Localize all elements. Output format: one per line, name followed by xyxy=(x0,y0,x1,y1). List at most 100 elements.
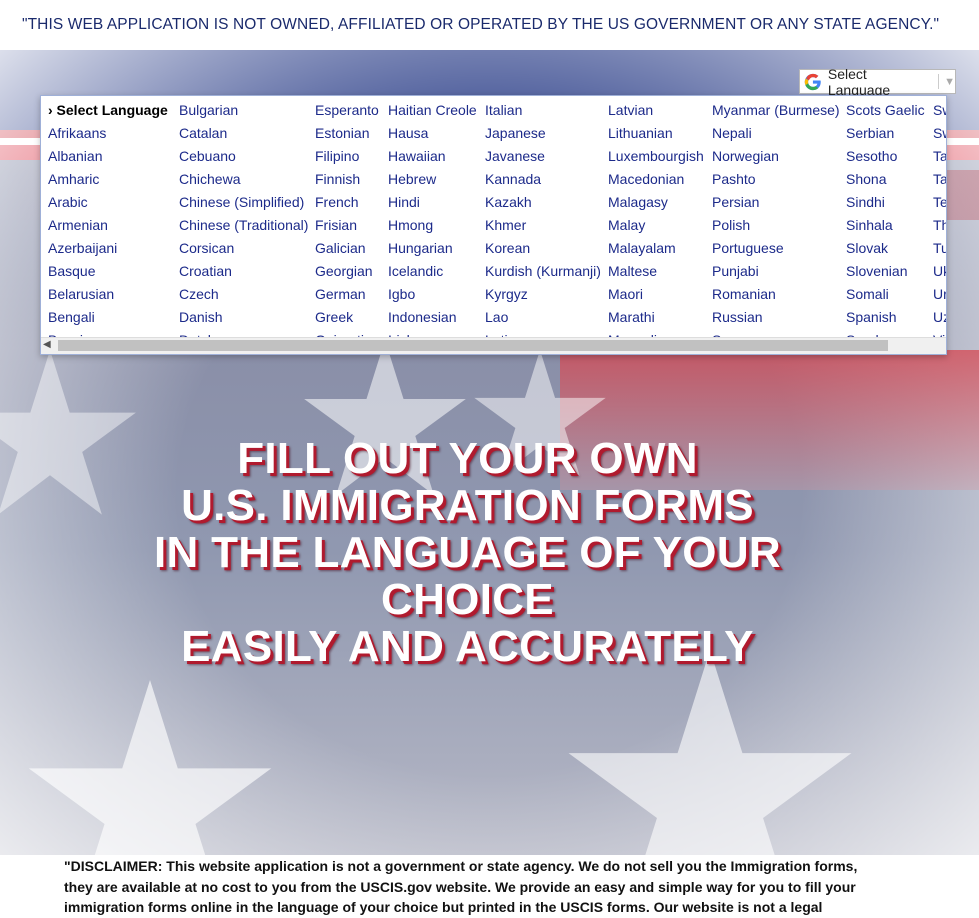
language-option[interactable]: Swahili xyxy=(933,99,946,122)
language-dropdown-menu: › Select Language Afrikaans Albanian Amhari… xyxy=(40,95,947,355)
language-option[interactable]: Myanmar (Burmese) xyxy=(712,99,840,122)
language-option[interactable]: Uzbek xyxy=(933,306,946,329)
language-option[interactable]: Frisian xyxy=(315,214,378,237)
language-option[interactable]: Amharic xyxy=(48,168,169,191)
language-option[interactable]: Khmer xyxy=(485,214,598,237)
language-option[interactable]: Afrikaans xyxy=(48,122,169,145)
language-option[interactable]: Chinese (Traditional) xyxy=(179,214,308,237)
language-option[interactable]: Pashto xyxy=(712,168,836,191)
language-option[interactable]: Hawaiian xyxy=(388,145,475,168)
language-option[interactable]: Scots Gaelic xyxy=(846,99,925,122)
language-option[interactable]: Swedish xyxy=(933,122,946,145)
language-option[interactable]: Kurdish (Kurmanji) xyxy=(485,260,601,283)
language-option[interactable]: Hungarian xyxy=(388,237,475,260)
language-option[interactable]: Korean xyxy=(485,237,598,260)
language-column: SwahiliSwedishTajikTamilTeluguThaiTurkis… xyxy=(926,99,946,341)
language-option[interactable]: Chichewa xyxy=(179,168,305,191)
language-option[interactable]: Nepali xyxy=(712,122,836,145)
language-option[interactable]: Basque xyxy=(48,260,169,283)
horizontal-scrollbar[interactable]: ◀ xyxy=(41,337,946,354)
language-option[interactable]: German xyxy=(315,283,378,306)
language-option[interactable]: Greek xyxy=(315,306,378,329)
language-option[interactable]: Maltese xyxy=(608,260,702,283)
language-option[interactable]: French xyxy=(315,191,378,214)
language-option[interactable]: Malagasy xyxy=(608,191,702,214)
language-option[interactable]: Cebuano xyxy=(179,145,305,168)
language-option[interactable]: Belarusian xyxy=(48,283,169,306)
language-option[interactable]: Urdu xyxy=(933,283,946,306)
scrollbar-thumb[interactable] xyxy=(58,340,888,351)
language-option[interactable]: Filipino xyxy=(315,145,378,168)
language-option[interactable]: Tajik xyxy=(933,145,946,168)
language-option[interactable]: Icelandic xyxy=(388,260,475,283)
language-option[interactable]: Slovenian xyxy=(846,260,923,283)
language-option[interactable]: Romanian xyxy=(712,283,836,306)
language-option[interactable]: Czech xyxy=(179,283,305,306)
language-option[interactable]: Bengali xyxy=(48,306,169,329)
language-option[interactable]: Corsican xyxy=(179,237,305,260)
language-option[interactable]: Estonian xyxy=(315,122,378,145)
language-option[interactable]: Portuguese xyxy=(712,237,836,260)
language-option[interactable]: Igbo xyxy=(388,283,475,306)
language-option[interactable]: Kazakh xyxy=(485,191,598,214)
language-option[interactable]: Italian xyxy=(485,99,598,122)
language-option[interactable]: Bulgarian xyxy=(179,99,305,122)
language-option[interactable]: Maori xyxy=(608,283,702,306)
language-option[interactable]: Telugu xyxy=(933,191,946,214)
language-option[interactable]: Hmong xyxy=(388,214,475,237)
language-option[interactable]: Sinhala xyxy=(846,214,923,237)
language-option[interactable]: Armenian xyxy=(48,214,169,237)
language-option[interactable]: Polish xyxy=(712,214,836,237)
language-option[interactable]: Malay xyxy=(608,214,702,237)
language-option[interactable]: Javanese xyxy=(485,145,598,168)
language-option[interactable]: Indonesian xyxy=(388,306,475,329)
language-option[interactable]: Turkish xyxy=(933,237,946,260)
language-option[interactable]: Luxembourgish xyxy=(608,145,704,168)
language-option[interactable]: Esperanto xyxy=(315,99,379,122)
language-option[interactable]: Kannada xyxy=(485,168,598,191)
language-option[interactable]: Finnish xyxy=(315,168,378,191)
language-option[interactable]: Kyrgyz xyxy=(485,283,598,306)
language-option[interactable]: Chinese (Simplified) xyxy=(179,191,305,214)
language-option[interactable]: Malayalam xyxy=(608,237,702,260)
language-option-selected[interactable]: › Select Language xyxy=(48,99,169,122)
language-option[interactable]: Serbian xyxy=(846,122,923,145)
language-option[interactable]: Hausa xyxy=(388,122,475,145)
language-option[interactable]: Latvian xyxy=(608,99,702,122)
language-column: Haitian Creole Hausa Hawaiian Hebrew Hindi Hm… xyxy=(381,99,478,341)
language-option[interactable]: Persian xyxy=(712,191,836,214)
language-option[interactable]: Norwegian xyxy=(712,145,836,168)
language-option[interactable]: Sindhi xyxy=(846,191,923,214)
language-option[interactable]: Spanish xyxy=(846,306,923,329)
language-option[interactable]: Hebrew xyxy=(388,168,475,191)
language-option[interactable]: Tamil xyxy=(933,168,946,191)
language-option[interactable]: Haitian Creole xyxy=(388,99,477,122)
language-option[interactable]: Galician xyxy=(315,237,378,260)
scroll-left-icon[interactable]: ◀ xyxy=(43,339,51,350)
language-option[interactable]: Sesotho xyxy=(846,145,923,168)
language-option[interactable]: Lao xyxy=(485,306,598,329)
language-option[interactable]: Georgian xyxy=(315,260,378,283)
language-option[interactable]: Macedonian xyxy=(608,168,702,191)
language-option[interactable]: Croatian xyxy=(179,260,305,283)
language-option[interactable]: Arabic xyxy=(48,191,169,214)
language-option[interactable]: Thai xyxy=(933,214,946,237)
language-option[interactable]: Russian xyxy=(712,306,836,329)
hero-line: U.S. IMMIGRATION FORMS xyxy=(181,481,754,530)
disclaimer-line: immigration forms online in the language… xyxy=(64,899,823,915)
language-option[interactable]: Shona xyxy=(846,168,923,191)
language-column: Scots Gaelic Serbian Sesotho Shona Sindhi Sin… xyxy=(839,99,926,341)
language-option[interactable]: Punjabi xyxy=(712,260,836,283)
language-option[interactable]: Slovak xyxy=(846,237,923,260)
language-option[interactable]: Japanese xyxy=(485,122,598,145)
language-option[interactable]: Catalan xyxy=(179,122,305,145)
language-option[interactable]: Ukrainian xyxy=(933,260,946,283)
language-option[interactable]: Lithuanian xyxy=(608,122,702,145)
language-option[interactable]: Hindi xyxy=(388,191,475,214)
language-option[interactable]: Marathi xyxy=(608,306,702,329)
language-option[interactable]: Danish xyxy=(179,306,305,329)
language-option[interactable]: Albanian xyxy=(48,145,169,168)
language-option[interactable]: Somali xyxy=(846,283,923,306)
select-language-button[interactable]: Select Language ▼ xyxy=(799,66,956,98)
language-option[interactable]: Azerbaijani xyxy=(48,237,169,260)
